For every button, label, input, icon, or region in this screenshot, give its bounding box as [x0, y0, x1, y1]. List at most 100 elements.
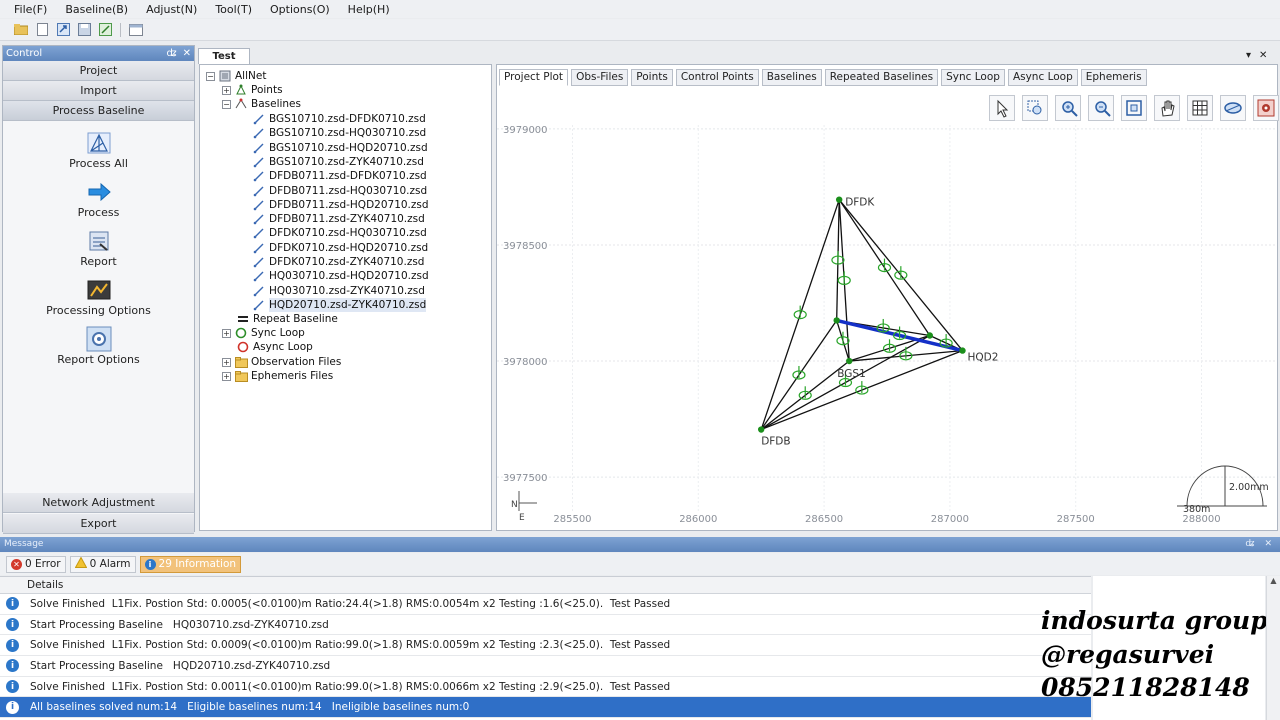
menu-help[interactable]: Help(H) — [348, 3, 390, 16]
window-icon[interactable] — [127, 22, 145, 38]
document-close-icon[interactable]: ✕ — [1259, 50, 1267, 62]
import-icon[interactable] — [54, 22, 72, 38]
message-row[interactable]: i Start Processing Baseline HQD20710.zsd-… — [0, 656, 1091, 677]
tree-node-repeat-baseline[interactable]: Repeat Baseline — [236, 312, 338, 326]
tree-node-sync-loop[interactable]: + Sync Loop — [222, 326, 305, 340]
scale-label-top: 2.00mm — [1229, 482, 1269, 493]
async-loop-icon — [236, 341, 250, 353]
tree-node-baseline[interactable]: BGS10710.zsd-HQD20710.zsd — [252, 141, 428, 155]
baseline-line-icon — [252, 199, 266, 211]
baseline-line-icon — [252, 270, 266, 282]
baseline-line-icon — [252, 185, 266, 197]
process-baseline-bar[interactable]: Process Baseline — [3, 101, 194, 121]
tree-node-async-loop[interactable]: Async Loop — [236, 340, 313, 354]
process-all-button[interactable]: Process All — [3, 131, 194, 170]
tree-node-baseline[interactable]: DFDK0710.zsd-HQ030710.zsd — [252, 226, 427, 240]
tree-node-points[interactable]: + Points — [222, 83, 283, 97]
save-icon[interactable] — [75, 22, 93, 38]
baseline-line-icon — [252, 285, 266, 297]
x-tick-label: 285500 — [553, 514, 591, 525]
baseline-line-icon — [252, 256, 266, 268]
tree-label-allnet: AllNet — [235, 70, 267, 82]
expand-icon[interactable]: + — [222, 371, 231, 381]
message-row[interactable]: i Solve Finished L1Fix. Postion Std: 0.00… — [0, 635, 1091, 657]
watermark: indosurta group @regasurvei 085211828148 — [1041, 576, 1268, 720]
filter-information-button[interactable]: i 29 Information — [139, 555, 242, 573]
report-button[interactable]: Report — [3, 229, 194, 268]
tree-node-baseline[interactable]: BGS10710.zsd-DFDK0710.zsd — [252, 112, 426, 126]
process-button[interactable]: Process — [3, 180, 194, 219]
pin-icon[interactable]: ʥ — [166, 48, 176, 59]
station-point[interactable] — [833, 317, 840, 324]
close-icon[interactable]: ✕ — [183, 48, 191, 59]
report-options-icon — [86, 326, 112, 352]
message-text: Start Processing Baseline HQD20710.zsd-Z… — [30, 659, 331, 672]
import-bar[interactable]: Import — [3, 81, 194, 101]
tree-node-baseline[interactable]: DFDB0711.zsd-HQD20710.zsd — [252, 198, 429, 212]
menu-adjust[interactable]: Adjust(N) — [146, 3, 197, 16]
menu-options[interactable]: Options(O) — [270, 3, 330, 16]
expand-icon[interactable]: + — [222, 85, 231, 95]
details-column-header[interactable]: Details — [0, 577, 1091, 594]
filter-error-button[interactable]: ✕ 0 Error — [6, 555, 66, 573]
message-row[interactable]: i All baselines solved num:14 Eligible ba… — [0, 697, 1091, 719]
info-icon: i — [6, 659, 19, 673]
menu-file[interactable]: File(F) — [14, 3, 47, 16]
tree-node-baseline[interactable]: BGS10710.zsd-ZYK40710.zsd — [252, 155, 424, 169]
station-point[interactable] — [926, 332, 933, 339]
menu-tool[interactable]: Tool(T) — [215, 3, 252, 16]
station-point[interactable] — [846, 357, 853, 365]
tree-node-baseline[interactable]: DFDB0711.zsd-HQ030710.zsd — [252, 184, 427, 198]
tree-node-baseline[interactable]: HQD20710.zsd-ZYK40710.zsd — [252, 297, 427, 312]
station-point[interactable] — [757, 426, 765, 433]
tree-node-baseline[interactable]: BGS10710.zsd-HQ030710.zsd — [252, 126, 426, 140]
process-icon[interactable] — [96, 22, 114, 38]
message-text: Solve Finished L1Fix. Postion Std: 0.001… — [30, 680, 671, 693]
message-text: Solve Finished L1Fix. Postion Std: 0.000… — [30, 639, 671, 652]
report-options-button[interactable]: Report Options — [3, 326, 194, 366]
tree-node-baseline[interactable]: DFDB0711.zsd-ZYK40710.zsd — [252, 212, 425, 226]
tree-label-baselines: Baselines — [251, 98, 301, 110]
tree-node-observation-files[interactable]: + Observation Files — [222, 355, 341, 369]
dropdown-arrow-icon[interactable]: ▾ — [1246, 50, 1251, 62]
tree-node-allnet[interactable]: − AllNet — [206, 69, 266, 83]
tree-node-baseline[interactable]: DFDB0711.zsd-DFDK0710.zsd — [252, 169, 427, 183]
network-adjustment-bar[interactable]: Network Adjustment — [3, 493, 194, 513]
message-text: Solve Finished L1Fix. Postion Std: 0.000… — [30, 597, 671, 610]
message-text: Start Processing Baseline HQ030710.zsd-Z… — [30, 618, 329, 631]
expand-icon[interactable]: + — [222, 328, 231, 338]
tree-node-baseline[interactable]: HQ030710.zsd-ZYK40710.zsd — [252, 284, 425, 298]
message-close-icon[interactable]: ✕ — [1264, 537, 1272, 552]
document-tab[interactable]: Test — [198, 48, 250, 64]
message-row[interactable]: i Solve Finished L1Fix. Postion Std: 0.00… — [0, 594, 1091, 615]
project-plot-canvas[interactable]: 3979000 3978500 3978000 3977500 285500 286000… — [497, 65, 1277, 530]
collapse-icon[interactable]: − — [222, 99, 231, 109]
message-row[interactable]: i Solve Finished L1Fix. Postion Std: 0.00… — [0, 677, 1091, 698]
tree-label-baseline: HQD20710.zsd-ZYK40710.zsd — [269, 297, 427, 312]
tree-node-ephemeris-files[interactable]: + Ephemeris Files — [222, 369, 333, 383]
processing-options-button[interactable]: Processing Options — [3, 278, 194, 317]
open-folder-icon[interactable] — [12, 22, 30, 38]
station-point[interactable] — [835, 196, 843, 203]
expand-icon[interactable]: + — [222, 357, 231, 367]
message-pin-icon[interactable]: ʥ — [1245, 537, 1254, 552]
menu-baseline[interactable]: Baseline(B) — [65, 3, 128, 16]
filter-alarm-button[interactable]: 0 Alarm — [69, 555, 136, 573]
tree-node-baseline[interactable]: DFDK0710.zsd-ZYK40710.zsd — [252, 255, 424, 269]
collapse-icon[interactable]: − — [206, 71, 215, 81]
station-point[interactable] — [959, 347, 966, 354]
new-file-icon[interactable] — [33, 22, 51, 38]
export-bar[interactable]: Export — [3, 514, 194, 534]
project-bar[interactable]: Project — [3, 61, 194, 81]
message-row[interactable]: i Start Processing Baseline HQ030710.zsd-… — [0, 615, 1091, 636]
tree-label-ephemeris-files: Ephemeris Files — [251, 370, 334, 382]
tree-node-baselines[interactable]: − Baselines — [222, 97, 301, 111]
station-label: DFDK — [845, 197, 875, 209]
baseline-line-icon — [252, 227, 266, 239]
message-text: All baselines solved num:14 Eligible bas… — [30, 701, 470, 714]
tree-node-baseline[interactable]: DFDK0710.zsd-HQD20710.zsd — [252, 241, 428, 255]
scroll-up-icon[interactable]: ▲ — [1267, 576, 1280, 588]
tree-node-baseline[interactable]: HQ030710.zsd-HQD20710.zsd — [252, 269, 429, 283]
message-scrollbar[interactable]: ▲ — [1266, 576, 1280, 720]
control-panel-title: Control — [6, 48, 43, 59]
